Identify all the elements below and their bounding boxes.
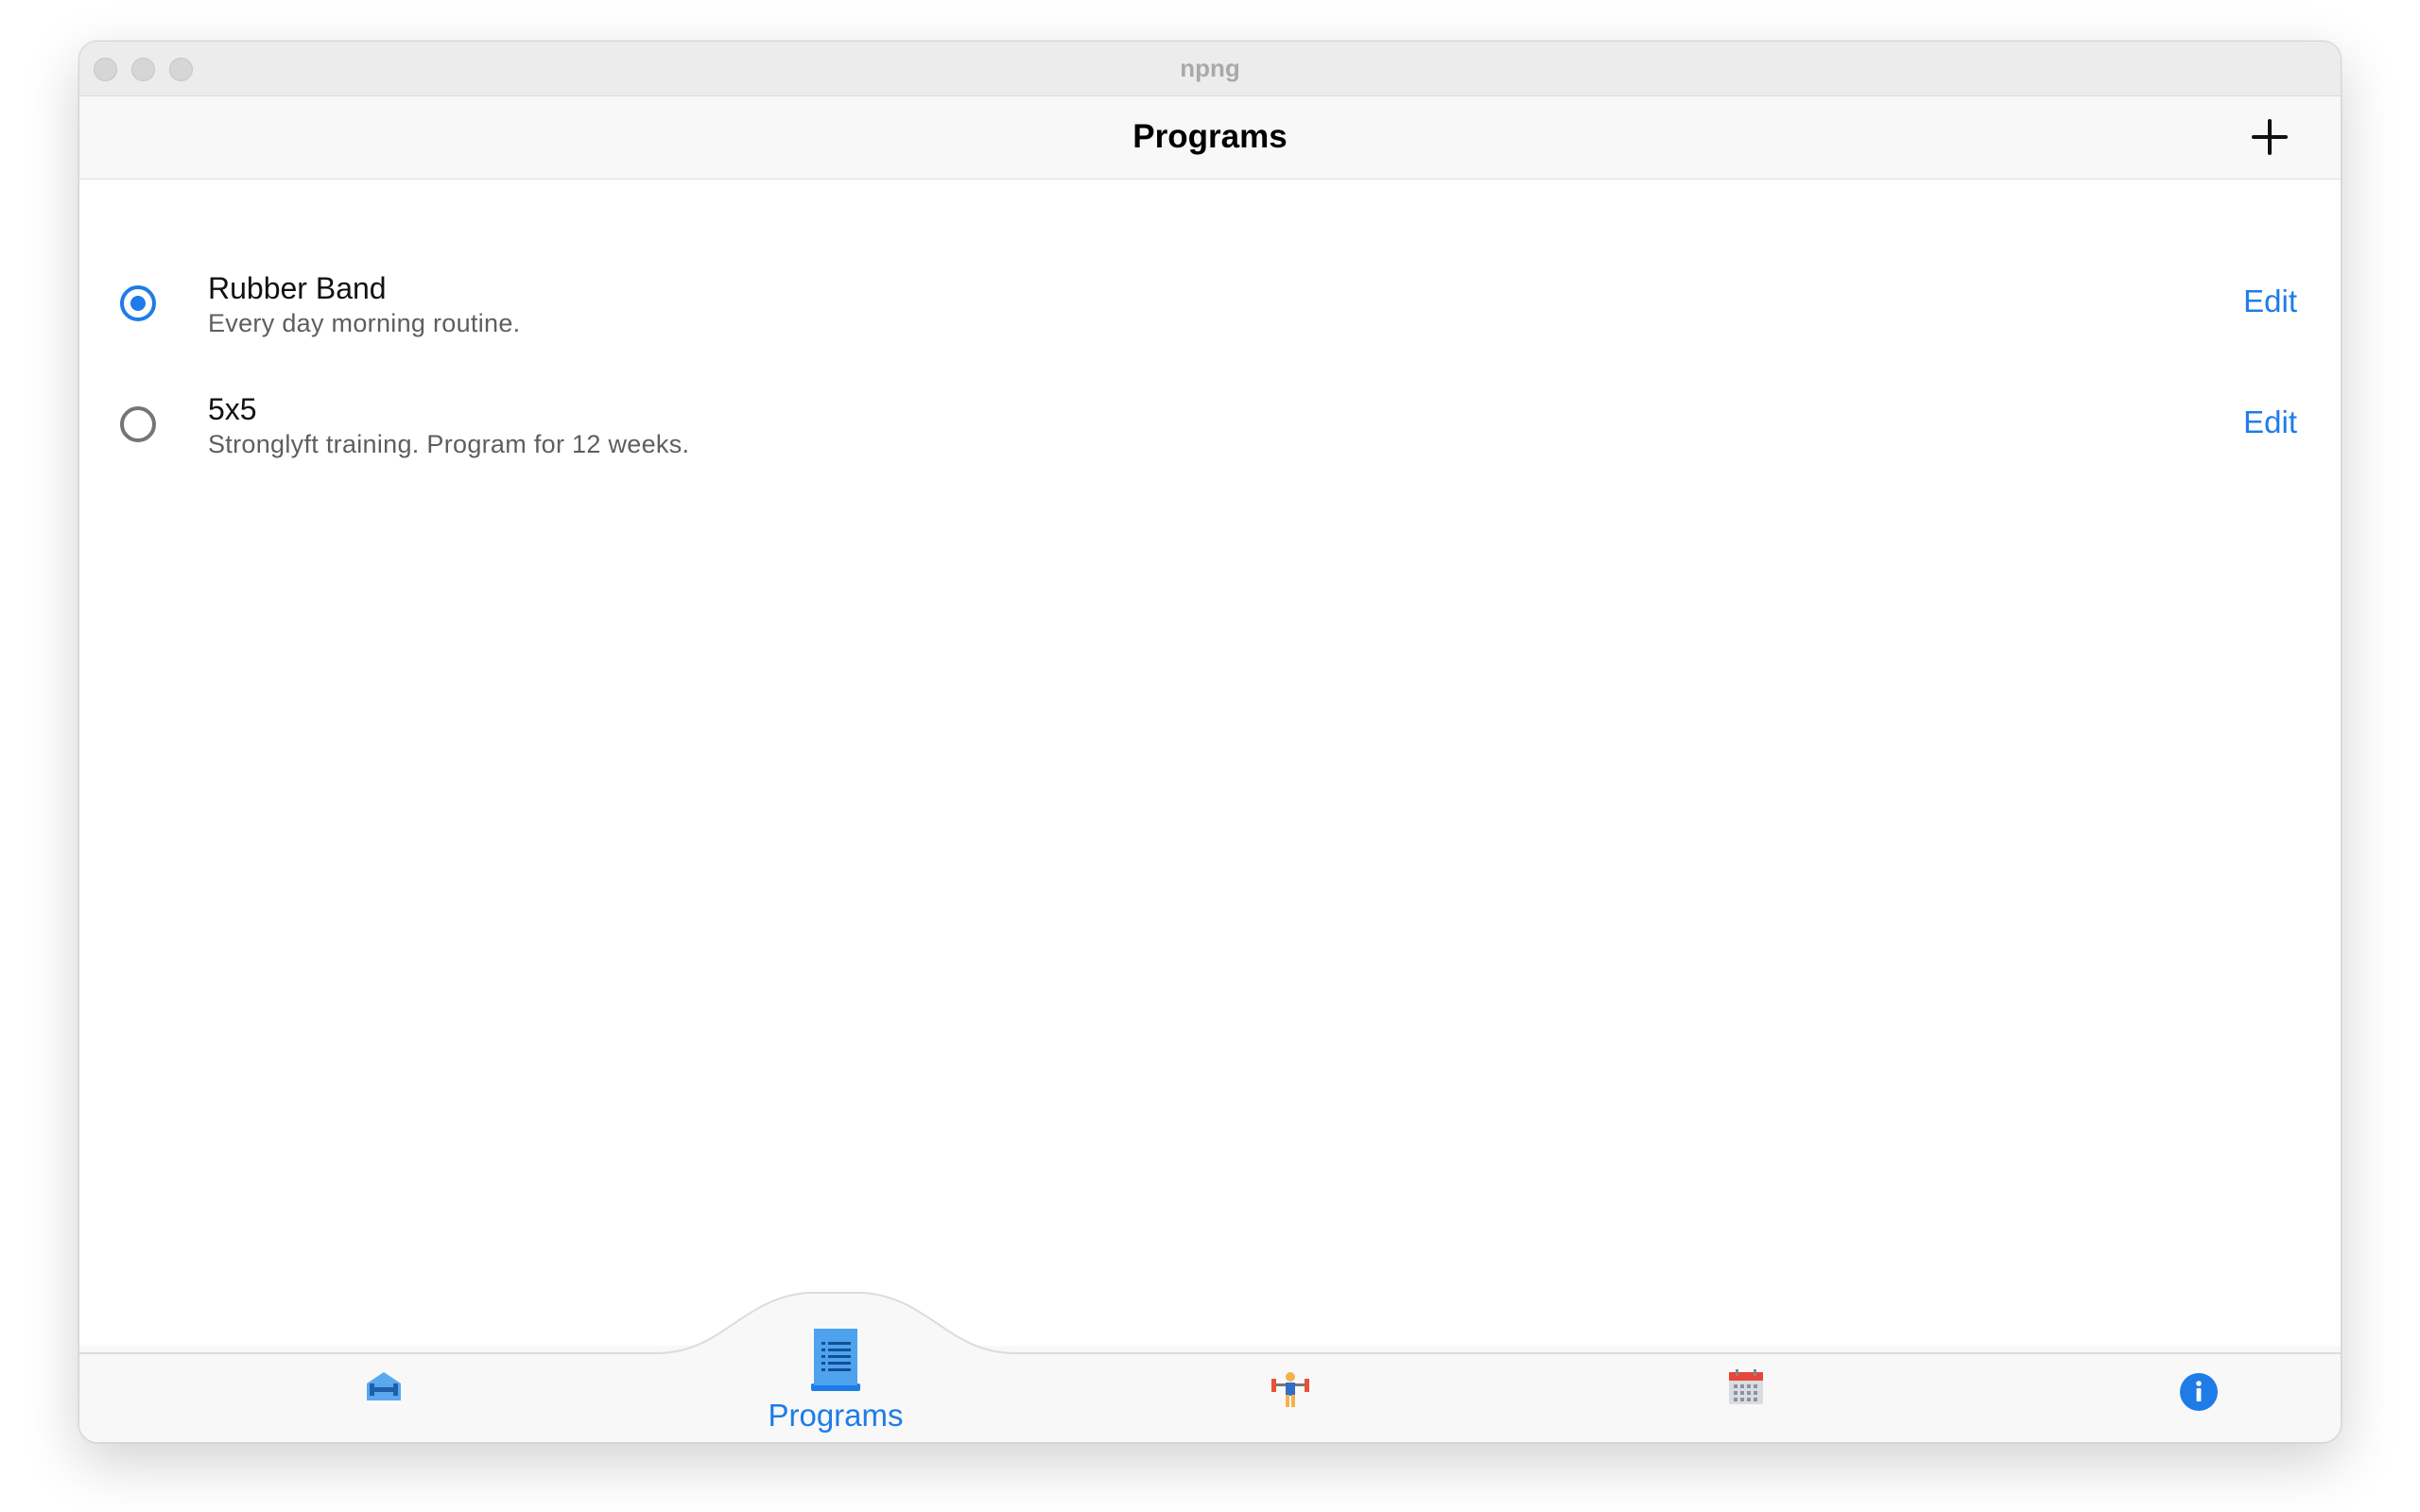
program-list-icon xyxy=(811,1329,860,1391)
tab-calendar[interactable] xyxy=(1604,1346,1888,1442)
app-window: npng Programs Rubber Band Every day morn… xyxy=(78,41,2342,1443)
program-name: 5x5 xyxy=(208,392,257,426)
navigation-bar: Programs xyxy=(79,96,2341,180)
program-row[interactable]: Rubber Band Every day morning routine. E… xyxy=(79,180,2341,337)
window-title: npng xyxy=(1180,54,1240,82)
calendar-icon xyxy=(1729,1369,1763,1404)
tab-gym[interactable] xyxy=(242,1346,526,1442)
info-icon xyxy=(2180,1373,2218,1411)
page-title: Programs xyxy=(1132,118,1288,155)
program-radio-unselected[interactable] xyxy=(120,406,156,442)
tab-programs[interactable]: Programs xyxy=(694,1329,977,1442)
tab-info[interactable] xyxy=(2057,1346,2341,1442)
program-description: Stronglyft training. Program for 12 week… xyxy=(208,430,690,458)
gym-dumbbell-icon xyxy=(367,1372,401,1400)
tab-bar: Programs xyxy=(79,1292,2341,1442)
tab-label: Programs xyxy=(768,1398,904,1433)
program-row[interactable]: 5x5 Stronglyft training. Program for 12 … xyxy=(79,301,2341,458)
weightlifter-icon xyxy=(1271,1372,1309,1407)
window-titlebar[interactable]: npng xyxy=(79,42,2341,96)
add-program-button[interactable] xyxy=(2248,115,2291,159)
edit-program-button[interactable]: Edit xyxy=(2243,404,2297,440)
plus-icon xyxy=(2252,119,2288,155)
tab-workout[interactable] xyxy=(1149,1346,1432,1442)
